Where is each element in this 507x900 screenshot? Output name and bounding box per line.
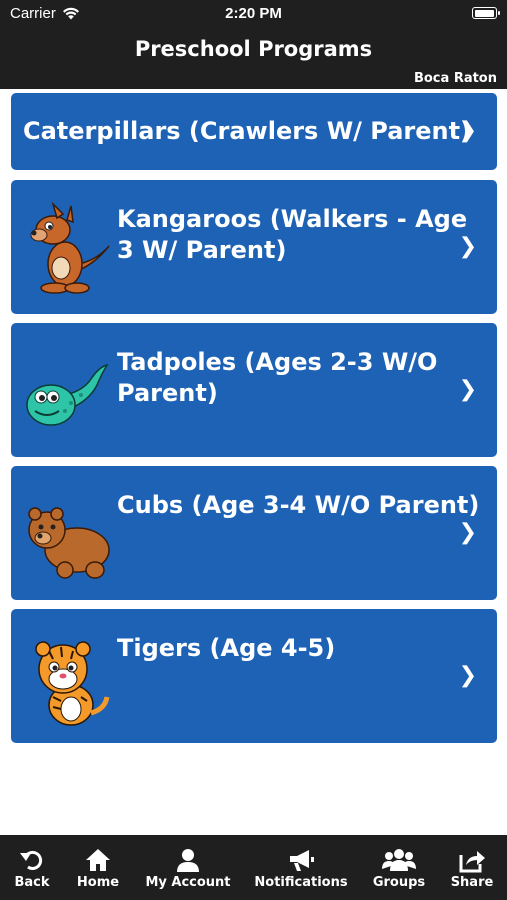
tadpole-icon (26, 363, 109, 426)
chevron-right-icon: ❯ (458, 234, 477, 259)
program-card-tigers[interactable]: Tigers (Age 4-5) ❯ (11, 609, 497, 743)
home-icon (86, 849, 110, 871)
tab-back[interactable]: Back (8, 835, 56, 900)
tab-home[interactable]: Home (72, 835, 124, 900)
tab-notifications[interactable]: Notifications (250, 835, 352, 900)
chevron-right-icon: ❯ (458, 663, 477, 688)
page-title: Preschool Programs (134, 37, 373, 61)
tab-label: Notifications (254, 875, 348, 890)
tab-share[interactable]: Share (446, 835, 498, 900)
status-bar: Carrier 2:20 PM (0, 0, 507, 28)
program-label: Kangaroos (Walkers - Age 3 W/ Parent) (117, 205, 468, 264)
tab-my-account[interactable]: My Account (143, 835, 233, 900)
battery-icon (472, 7, 500, 19)
tab-label: My Account (145, 875, 231, 890)
tab-label: Groups (372, 875, 426, 890)
chevron-right-icon: ❯ (458, 118, 477, 143)
back-arrow-icon (20, 851, 43, 870)
program-label: Caterpillars (Crawlers W/ Parent) (23, 117, 472, 145)
nav-header: Preschool Programs Boca Raton (0, 28, 507, 89)
group-icon (382, 849, 416, 871)
kangaroo-icon (30, 202, 110, 294)
user-icon (177, 849, 199, 872)
tab-label: Home (76, 875, 120, 890)
program-card-cubs[interactable]: Cubs (Age 3-4 W/O Parent) ❯ (11, 466, 497, 600)
program-card-caterpillars[interactable]: Caterpillars (Crawlers W/ Parent) ❯ (11, 93, 497, 170)
program-label: Tigers (Age 4-5) (117, 634, 336, 662)
program-card-tadpoles[interactable]: Tadpoles (Ages 2-3 W/O Parent) ❯ (11, 323, 497, 457)
tiger-cub-icon (35, 641, 110, 726)
tab-groups[interactable]: Groups (369, 835, 429, 900)
chevron-right-icon: ❯ (458, 377, 477, 402)
bear-cub-icon (28, 507, 110, 579)
program-label: Tadpoles (Ages 2-3 W/O Parent) (117, 348, 438, 407)
chevron-right-icon: ❯ (458, 520, 477, 545)
share-icon (459, 851, 485, 873)
program-label: Cubs (Age 3-4 W/O Parent) (117, 491, 480, 519)
bottom-tab-bar: Back Home My Account Notifications Group… (0, 835, 507, 900)
megaphone-icon (290, 850, 314, 871)
clock: 2:20 PM (225, 5, 282, 22)
location-label: Boca Raton (413, 71, 497, 86)
tab-label: Back (14, 875, 50, 890)
program-card-kangaroos[interactable]: Kangaroos (Walkers - Age 3 W/ Parent) ❯ (11, 180, 497, 314)
tab-label: Share (450, 875, 494, 890)
